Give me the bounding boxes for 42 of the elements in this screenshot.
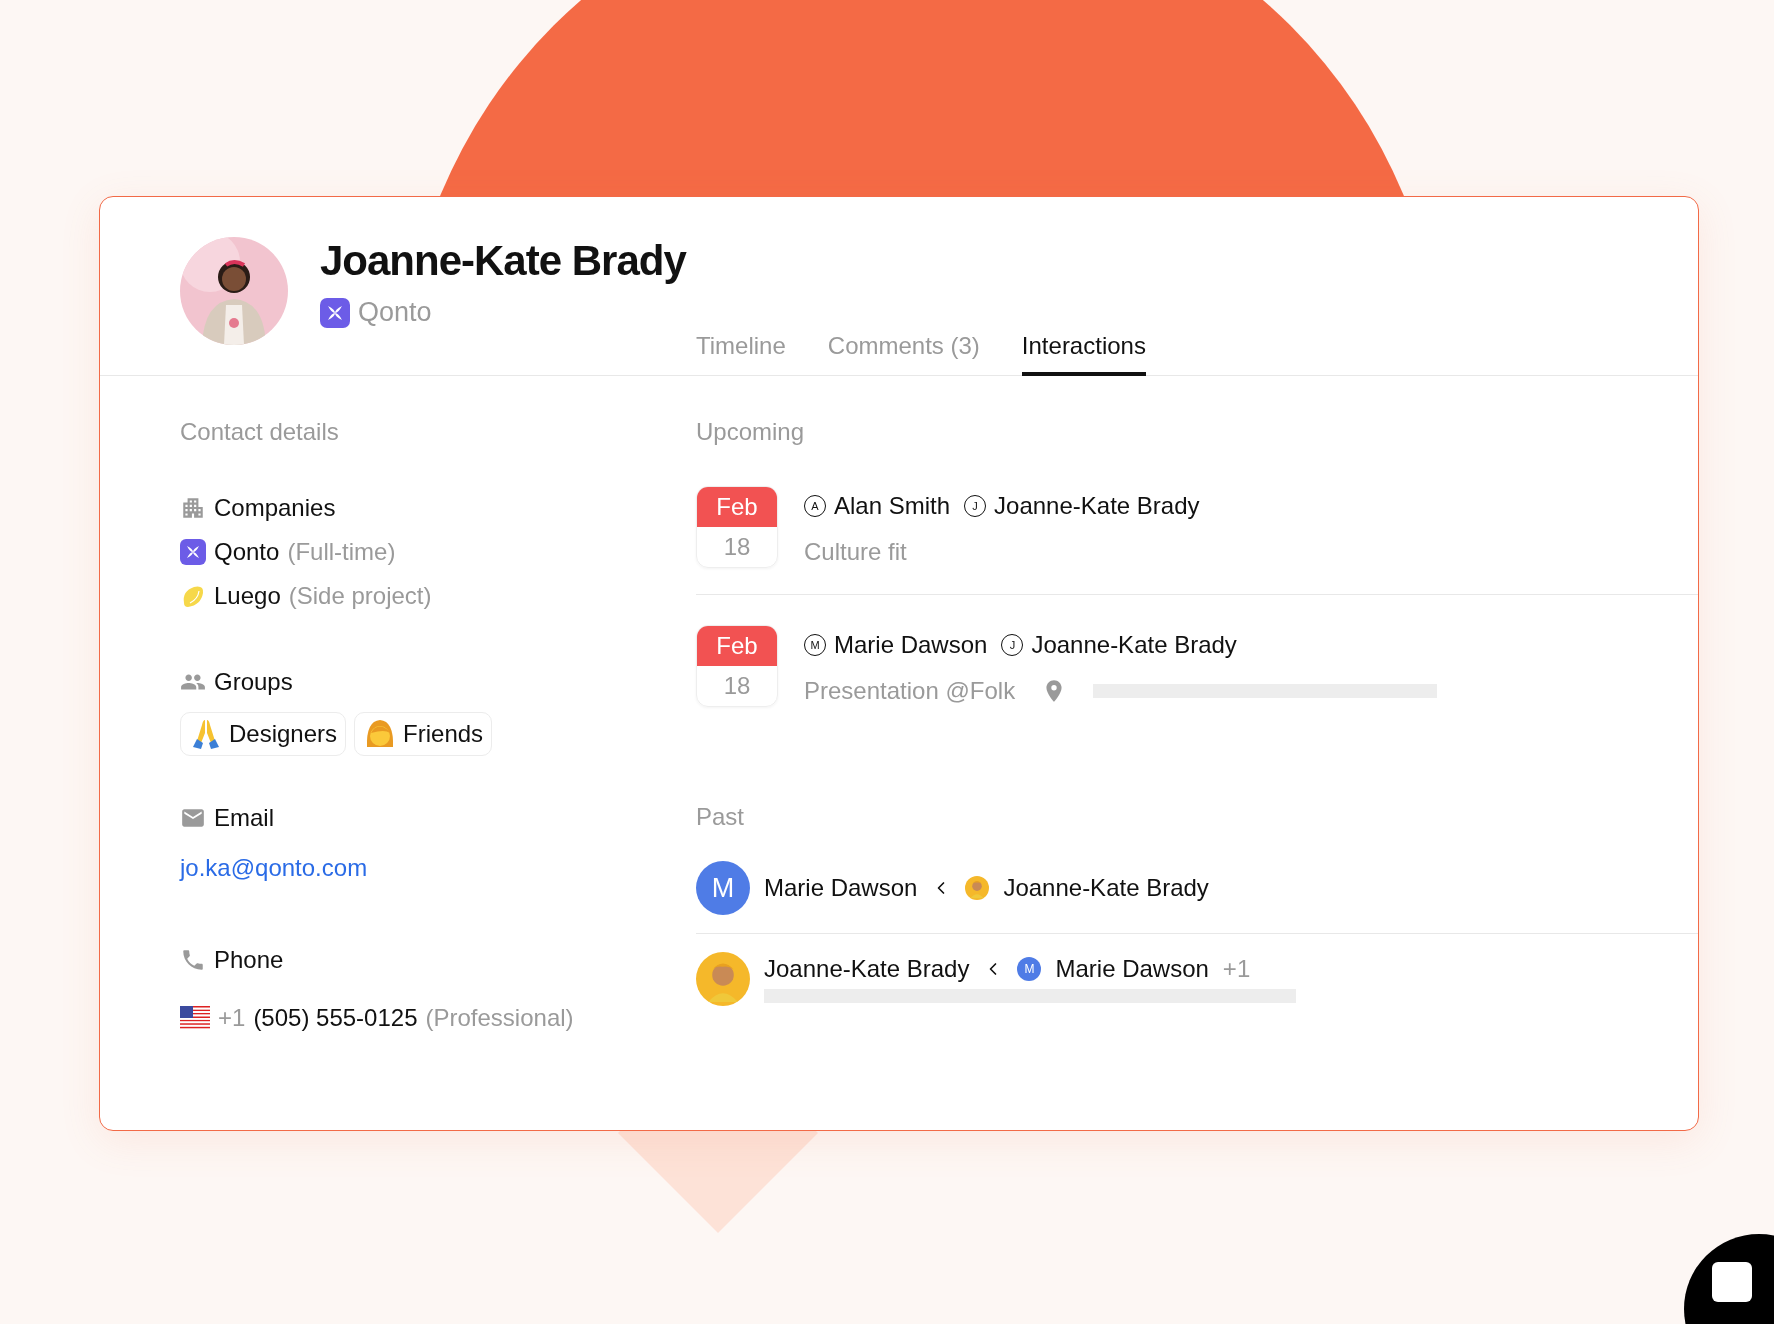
- field-label: Email: [214, 804, 274, 832]
- event-title: Culture fit: [804, 538, 907, 566]
- company-logo-icon: [320, 297, 350, 328]
- building-icon: [180, 495, 206, 521]
- email-link[interactable]: jo.ka@qonto.com: [180, 854, 368, 882]
- contact-name: Joanne-Kate Brady: [320, 237, 686, 285]
- calendar-date: Feb 18: [696, 486, 778, 568]
- attendee-name: Alan Smith: [834, 492, 951, 520]
- section-heading: Past: [696, 803, 746, 831]
- group-tag[interactable]: Designers: [180, 712, 347, 756]
- phone-icon: [180, 947, 206, 973]
- company-name: Luego: [214, 582, 281, 610]
- avatar-icon: [965, 876, 990, 900]
- attendee-name: Joanne-Kate Brady: [994, 492, 1200, 520]
- section-heading: Upcoming: [696, 418, 806, 446]
- calendar-date: Feb 18: [696, 625, 778, 707]
- sender-name: Joanne-Kate Brady: [764, 955, 970, 983]
- company-role: (Full-time): [287, 538, 396, 566]
- flag-icon: [180, 1006, 210, 1030]
- recipient-name: Joanne-Kate Brady: [1003, 874, 1209, 902]
- company-logo-icon: [180, 539, 206, 565]
- avatar: M: [696, 861, 750, 915]
- field-label: Companies: [214, 494, 336, 522]
- event-title: Presentation @Folk: [804, 677, 1016, 705]
- attendee-name: Marie Dawson: [834, 631, 988, 659]
- field-label: Phone: [214, 946, 284, 974]
- attendee-name: Joanne-Kate Brady: [1031, 631, 1237, 659]
- recipient-name: Marie Dawson: [1055, 955, 1209, 983]
- sender-name: Marie Dawson: [764, 874, 918, 902]
- group-tag[interactable]: Friends: [354, 712, 493, 756]
- company-name: Qonto: [214, 538, 280, 566]
- phone-type: (Professional): [425, 1004, 574, 1032]
- section-heading: Contact details: [180, 418, 340, 446]
- country-code: +1: [218, 1004, 246, 1032]
- avatar: M: [1017, 957, 1042, 981]
- phone-number: (505) 555-0125: [253, 1004, 418, 1032]
- avatar-icon: [696, 952, 750, 1006]
- tab[interactable]: Interactions: [1021, 332, 1146, 376]
- company-name: Qonto: [358, 297, 432, 328]
- field-label: Groups: [214, 668, 293, 696]
- company-role: (Side project): [288, 582, 432, 610]
- more-count: +1: [1222, 955, 1251, 983]
